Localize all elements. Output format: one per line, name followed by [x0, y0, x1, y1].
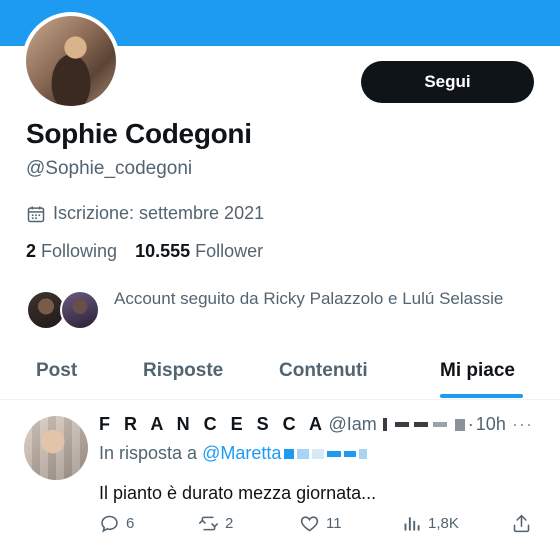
followers-link[interactable]: 10.555 Follower	[135, 241, 263, 262]
tweet-header: F R A N C E S C A @Iam · 10h	[99, 414, 506, 435]
profile-tabs: Post Risposte Contenuti Mi piace	[0, 352, 560, 400]
reply-mention[interactable]: @Maretta	[202, 443, 281, 464]
views-count: 1,8K	[428, 515, 459, 532]
profile-name: Sophie Codegoni	[26, 118, 252, 149]
profile-avatar[interactable]	[22, 12, 120, 110]
tab-contenuti[interactable]: Contenuti	[279, 360, 368, 382]
redaction-block	[454, 418, 465, 431]
redaction-block	[327, 450, 342, 457]
like-count: 11	[326, 515, 342, 532]
retweet-icon	[198, 516, 219, 531]
profile-handle: @Sophie_codegoni	[26, 158, 193, 179]
tweet-time[interactable]: 10h	[476, 414, 506, 435]
redaction-block	[382, 418, 387, 431]
tab-post[interactable]: Post	[36, 360, 77, 382]
tweet[interactable]: F R A N C E S C A @Iam · 10h ··· In risp…	[0, 402, 560, 548]
share-button[interactable]	[511, 513, 538, 534]
redaction-block	[413, 422, 428, 427]
following-link[interactable]: 2 Following	[26, 241, 117, 262]
follower-avatar	[60, 290, 100, 330]
redaction-block	[312, 448, 325, 459]
redaction-block	[284, 448, 295, 459]
redaction-block	[432, 422, 447, 427]
more-icon[interactable]: ···	[512, 414, 533, 435]
like-button[interactable]: 11	[299, 513, 342, 534]
followers-count: 10.555	[135, 241, 191, 261]
redaction-block	[394, 422, 409, 427]
retweet-button[interactable]: 2	[198, 513, 233, 534]
tweet-author-avatar[interactable]	[24, 416, 88, 480]
followers-label: Follower	[195, 241, 264, 261]
tweet-actions: 6 2 11 1,8K	[99, 513, 539, 537]
views-icon	[404, 517, 420, 531]
tweet-text: Il pianto è durato mezza giornata...	[99, 483, 377, 503]
tab-mi-piace[interactable]: Mi piace	[440, 360, 515, 382]
retweet-count: 2	[225, 515, 234, 532]
join-date: Iscrizione: settembre 2021	[26, 203, 264, 224]
calendar-icon	[27, 206, 45, 222]
following-count: 2	[26, 241, 37, 261]
follow-button[interactable]: Segui	[361, 61, 534, 103]
follow-counts: 2 Following 10.555 Follower	[26, 241, 281, 262]
redaction-block	[359, 448, 368, 459]
tweet-author-handle[interactable]: @Iam	[329, 414, 377, 435]
tweet-author-name[interactable]: F R A N C E S C A	[99, 414, 327, 435]
reply-context: In risposta a @Maretta	[99, 443, 368, 464]
share-icon	[513, 514, 530, 533]
reply-prefix: In risposta a	[99, 443, 198, 463]
join-date-text: Iscrizione: settembre 2021	[53, 203, 265, 223]
tab-risposte[interactable]: Risposte	[143, 360, 223, 382]
separator: ·	[467, 414, 474, 434]
redaction-block	[344, 450, 357, 457]
active-tab-indicator	[440, 394, 523, 398]
redaction-block	[297, 448, 310, 459]
avatar-image	[26, 16, 116, 106]
views-button[interactable]: 1,8K	[401, 513, 459, 534]
following-label: Following	[41, 241, 118, 261]
followed-by-text: Account seguito da Ricky Palazzolo e Lul…	[114, 289, 504, 308]
reply-button[interactable]: 6	[99, 513, 134, 534]
like-icon	[300, 516, 319, 532]
reply-icon	[101, 515, 118, 533]
reply-count: 6	[126, 515, 135, 532]
